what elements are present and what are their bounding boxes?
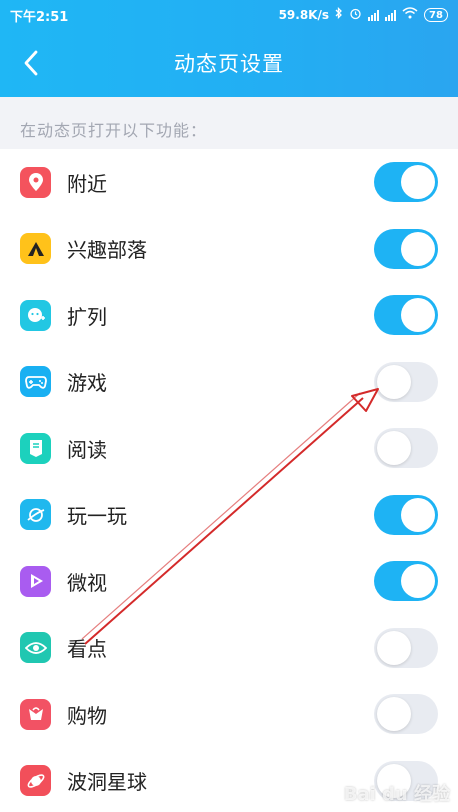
toggle-switch[interactable] (374, 627, 438, 668)
row-label: 玩一玩 (67, 504, 127, 529)
toggle-knob (401, 564, 435, 599)
toggle-switch[interactable] (374, 162, 438, 203)
toggle-switch[interactable] (374, 361, 438, 402)
bluetooth-icon (335, 6, 343, 23)
toggle-knob (377, 431, 411, 466)
header: 下午2:51 59.8K/s 78 动态页设置 (0, 0, 458, 97)
location-pin-icon (20, 166, 51, 198)
toggle-switch[interactable] (374, 494, 438, 535)
settings-row: 购物 (0, 681, 458, 748)
watermark: Bai du 经验 (343, 784, 450, 805)
wifi-icon (402, 7, 418, 23)
eye-icon (20, 632, 51, 664)
page-title: 动态页设置 (174, 52, 284, 76)
battery-indicator: 78 (424, 8, 448, 22)
settings-row: 阅读 (0, 415, 458, 482)
row-label: 附近 (67, 171, 107, 196)
toggle-knob (401, 298, 435, 333)
bag-icon (20, 698, 51, 730)
toggle-knob (401, 497, 435, 532)
row-label: 波洞星球 (67, 770, 147, 795)
nav-bar: 动态页设置 (0, 30, 458, 97)
toggle-knob (377, 697, 411, 732)
toggle-knob (377, 630, 411, 665)
settings-row: 附近 (0, 149, 458, 216)
signal-icon (368, 9, 379, 21)
status-bar: 下午2:51 59.8K/s 78 (0, 0, 458, 30)
toggle-knob (377, 364, 411, 399)
settings-row: 扩列 (0, 282, 458, 349)
toggle-switch[interactable] (374, 694, 438, 735)
row-label: 购物 (67, 703, 107, 728)
status-right: 59.8K/s 78 (278, 6, 448, 24)
toggle-switch[interactable] (374, 228, 438, 269)
row-label: 看点 (67, 637, 107, 662)
row-label: 兴趣部落 (67, 238, 147, 263)
play-icon (20, 565, 51, 597)
alarm-icon (349, 7, 362, 24)
toggle-knob (401, 165, 435, 200)
section-label: 在动态页打开以下功能： (0, 97, 458, 149)
settings-row: 微视 (0, 548, 458, 615)
gamepad-icon (20, 366, 51, 398)
row-label: 微视 (67, 570, 107, 595)
row-label: 游戏 (67, 371, 107, 396)
toggle-switch[interactable] (374, 561, 438, 602)
status-time: 下午2:51 (10, 9, 69, 25)
settings-row: 看点 (0, 615, 458, 682)
network-speed: 59.8K/s (278, 8, 329, 22)
settings-row: 玩一玩 (0, 482, 458, 549)
toggle-switch[interactable] (374, 428, 438, 469)
book-icon (20, 432, 51, 464)
row-label: 阅读 (67, 437, 107, 462)
toggle-switch[interactable] (374, 295, 438, 336)
planet-icon (20, 499, 51, 531)
settings-list: 附近兴趣部落扩列游戏阅读玩一玩微视看点购物波洞星球 (0, 149, 458, 812)
toggle-knob (401, 231, 435, 266)
settings-row: 兴趣部落 (0, 216, 458, 283)
signal-icon (385, 9, 396, 21)
tent-icon (20, 233, 51, 265)
row-label: 扩列 (67, 304, 107, 329)
face-plus-icon (20, 299, 51, 331)
planet-ring-icon (20, 765, 51, 797)
settings-row: 游戏 (0, 349, 458, 416)
